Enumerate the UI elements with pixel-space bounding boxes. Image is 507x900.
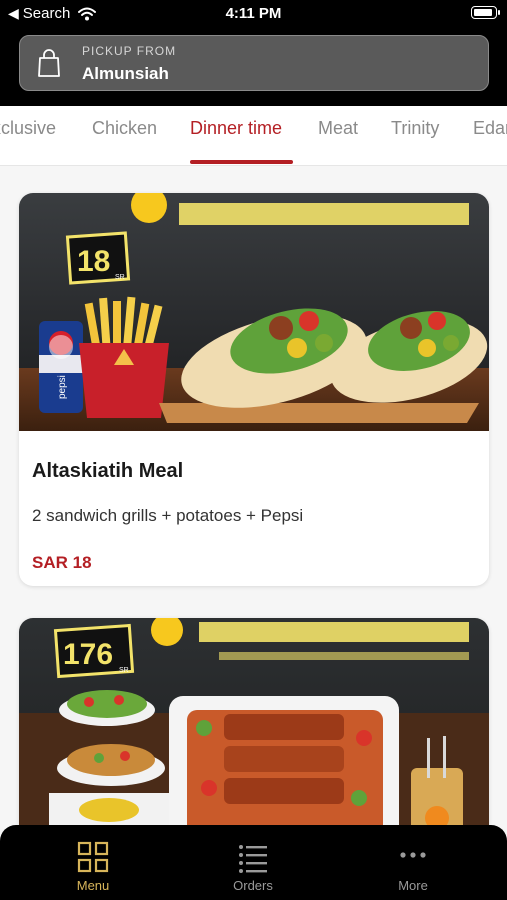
tab-edam[interactable]: Edam [473, 118, 507, 139]
active-tab-indicator [190, 160, 293, 164]
pepsi-label: pepsi [57, 375, 68, 399]
price-badge-number: 176 [63, 638, 113, 671]
nav-menu-label: Menu [76, 878, 110, 893]
tab-dinner-time[interactable]: Dinner time [190, 118, 282, 139]
item-image: 18 SR pepsi [19, 193, 489, 431]
list-icon [239, 845, 267, 873]
pickup-selector[interactable]: PICKUP FROM Almunsiah [19, 35, 489, 91]
item-title: Altaskiatih Meal [32, 460, 184, 482]
item-description: 2 sandwich grills + potatoes + Pepsi [32, 506, 304, 525]
more-dots-icon [400, 852, 426, 858]
price-badge-unit: SR [119, 667, 129, 674]
menu-item-card[interactable]: 18 SR pepsi Altaskiatih Meal 2 sandwich … [19, 193, 489, 586]
clock: 4:11 PM [225, 5, 282, 22]
meal-photo: 18 SR pepsi [19, 193, 489, 431]
tab-chicken[interactable]: Chicken [92, 118, 157, 139]
pickup-branch: Almunsiah [82, 64, 169, 83]
battery-icon [471, 6, 500, 19]
app-screen: ◀ Search 4:11 PM PICKUP FROM Almunsiah E… [0, 0, 507, 900]
price-badge-number: 18 [77, 245, 110, 278]
price-badge-unit: SR [115, 274, 125, 281]
tab-trinity[interactable]: Trinity [391, 118, 439, 139]
nav-more[interactable]: More [363, 825, 463, 900]
status-bar: ◀ Search 4:11 PM [0, 0, 507, 28]
shopping-bag-icon [38, 49, 60, 77]
header: ◀ Search 4:11 PM PICKUP FROM Almunsiah [0, 0, 507, 106]
nav-menu[interactable]: Menu [43, 825, 143, 900]
grid-icon [77, 841, 109, 873]
nav-orders[interactable]: Orders [203, 825, 303, 900]
tab-exclusive[interactable]: Exclusive [0, 118, 56, 139]
bottom-nav: Menu Orders More [0, 825, 507, 900]
pickup-label: PICKUP FROM [82, 44, 177, 58]
item-price: SAR 18 [32, 553, 92, 572]
nav-orders-label: Orders [233, 878, 273, 893]
price-badge-18: 18 SR [65, 231, 131, 285]
category-tabs: Exclusive Chicken Dinner time Meat Trini… [0, 106, 507, 166]
price-badge-176: 176 SR [53, 623, 135, 679]
tab-meat[interactable]: Meat [318, 118, 358, 139]
nav-more-label: More [398, 878, 428, 893]
